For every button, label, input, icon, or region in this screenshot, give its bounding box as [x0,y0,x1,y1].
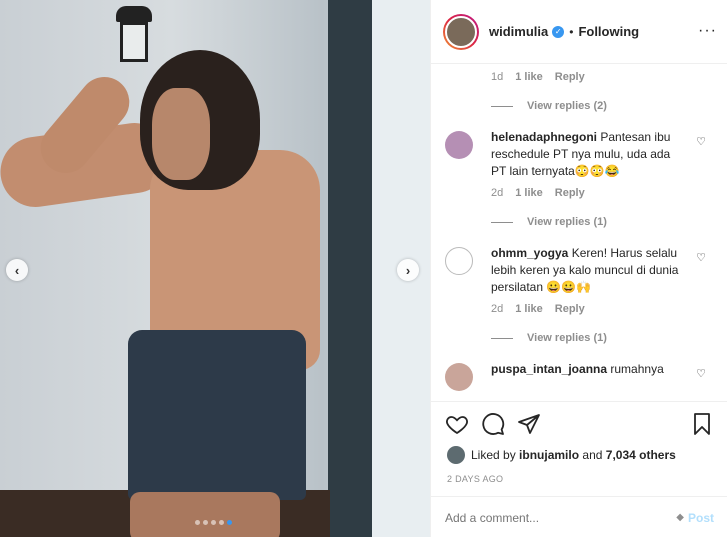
view-replies-label: View replies (2) [527,100,607,112]
like-comment-heart-icon[interactable]: ♡ [696,251,706,264]
carousel-dot [219,520,224,525]
carousel-indicator [195,520,232,525]
post-header: widimulia ✓ • Following ··· [431,0,727,64]
comment-meta: 2d 1 like Reply [491,187,727,199]
more-options-icon[interactable]: ··· [698,22,717,40]
likes-count[interactable]: 7,034 others [606,448,676,462]
emoji-picker-icon[interactable]: ◆ [676,512,684,523]
comment-meta: 1d 1 like Reply [491,71,727,83]
comment-item: helenadaphnegoni Pantesan ibu reschedule… [431,129,727,180]
verified-badge-icon: ✓ [552,25,565,38]
comment-bubble-icon[interactable] [481,412,505,436]
post-side-panel: widimulia ✓ • Following ··· 1d 1 like Re… [430,0,727,537]
bookmark-icon[interactable] [690,412,714,436]
comment-text: rumahnya [610,362,664,376]
replies-line [491,105,513,107]
liked-by-line: Liked by ibnujamilo and 7,034 others [431,446,727,464]
carousel-dot [203,520,208,525]
like-comment-heart-icon[interactable]: ♡ [696,367,706,380]
author-avatar[interactable] [443,13,479,50]
commenter-avatar[interactable] [445,363,473,391]
share-paper-plane-icon[interactable] [517,412,541,436]
liked-by-prefix: Liked by [471,448,516,462]
like-heart-icon[interactable] [445,412,469,436]
header-separator: • [569,24,574,39]
comment-item: ohmm_yogya Keren! Harus selalu lebih ker… [431,245,727,296]
replies-line [491,337,513,339]
author-username[interactable]: widimulia [489,24,548,39]
comment-likes[interactable]: 1 like [515,71,543,83]
photo-pillar [328,0,372,537]
add-comment-bar: ◆ Post [431,496,727,537]
view-replies-button[interactable]: View replies (2) [491,100,727,112]
chevron-left-icon: ‹ [14,262,20,278]
liked-by-middle: and [582,448,603,462]
post-date: 2 DAYS AGO [447,474,504,484]
reply-button[interactable]: Reply [555,187,585,199]
view-replies-button[interactable]: View replies (1) [491,216,727,228]
post-comment-button[interactable]: Post [688,511,714,525]
comment-item: puspa_intan_joanna rumahnya ♡ [431,361,727,391]
comment-time: 2d [491,187,504,199]
commenter-username[interactable]: ohmm_yogya [491,246,568,260]
post-actions: Liked by ibnujamilo and 7,034 others 2 D… [431,401,727,537]
view-replies-label: View replies (1) [527,216,607,228]
reply-button[interactable]: Reply [555,71,585,83]
photo-person [0,40,330,537]
carousel-dot [211,520,216,525]
like-comment-heart-icon[interactable]: ♡ [696,135,706,148]
commenter-username[interactable]: puspa_intan_joanna [491,362,607,376]
add-comment-input[interactable] [445,510,677,525]
chevron-right-icon: › [405,262,411,278]
next-photo-button[interactable]: › [397,259,419,281]
comments-list[interactable]: 1d 1 like Reply View replies (2) helenad… [431,65,727,401]
action-icons [431,402,727,446]
commenter-avatar[interactable] [445,247,473,275]
comment-likes[interactable]: 1 like [515,303,543,315]
following-button[interactable]: Following [578,24,639,39]
replies-line [491,221,513,223]
commenter-username[interactable]: helenadaphnegoni [491,130,597,144]
comment-likes[interactable]: 1 like [515,187,543,199]
previous-photo-button[interactable]: ‹ [6,259,28,281]
view-replies-button[interactable]: View replies (1) [491,332,727,344]
view-replies-label: View replies (1) [527,332,607,344]
reply-button[interactable]: Reply [555,303,585,315]
liker-avatar[interactable] [447,446,465,464]
post-photo[interactable]: ‹ › [0,0,430,537]
carousel-dot [195,520,200,525]
comment-time: 1d [491,71,504,83]
carousel-dot [227,520,232,525]
comment-time: 2d [491,303,504,315]
commenter-avatar[interactable] [445,131,473,159]
comment-meta: 2d 1 like Reply [491,303,727,315]
liked-by-username[interactable]: ibnujamilo [519,448,579,462]
